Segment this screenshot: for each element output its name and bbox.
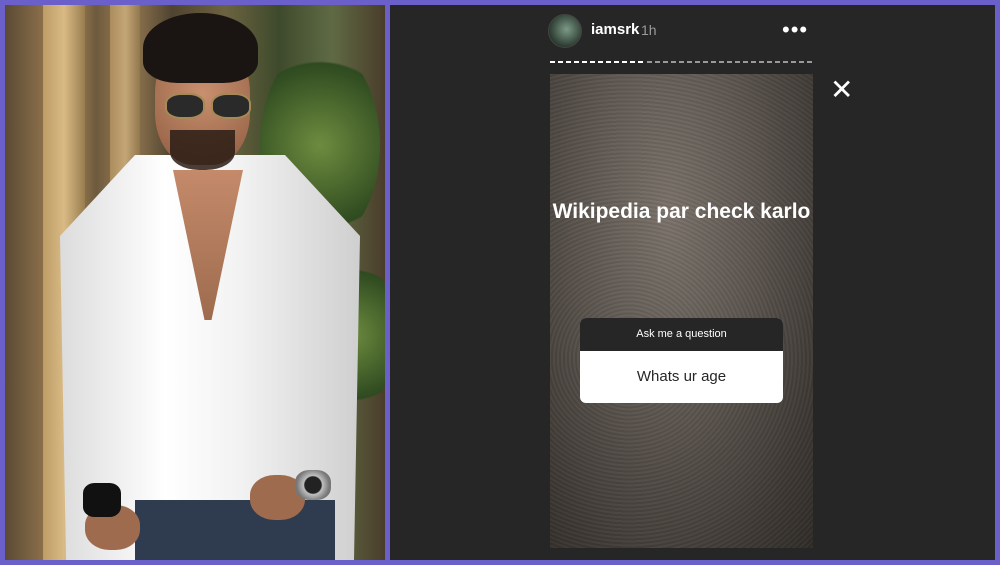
more-options-icon[interactable]: ••• [782,17,808,43]
close-icon[interactable]: ✕ [830,73,853,106]
card-texture [550,74,813,548]
actor-photo [5,5,385,560]
wrist-watch [295,470,331,500]
question-prompt: Ask me a question [580,318,783,351]
hair [143,13,258,83]
instagram-story-viewer: iamsrk 1h ••• ✕ Wikipedia par check karl… [390,5,995,560]
progress-remaining [647,61,813,63]
story-progress-bar [550,61,813,64]
progress-viewed [550,61,645,63]
story-timestamp: 1h [641,22,657,38]
story-card[interactable]: Wikipedia par check karlo Ask me a quest… [550,74,813,548]
story-username[interactable]: iamsrk [591,21,639,38]
beard [170,130,235,170]
wrist-band [83,483,121,517]
story-caption: Wikipedia par check karlo [552,200,811,223]
sunglasses [163,93,251,119]
profile-avatar[interactable] [548,14,582,48]
composite-image: iamsrk 1h ••• ✕ Wikipedia par check karl… [0,0,1000,565]
question-sticker: Ask me a question Whats ur age [580,318,783,403]
jeans [135,500,335,560]
question-answer: Whats ur age [636,368,727,385]
